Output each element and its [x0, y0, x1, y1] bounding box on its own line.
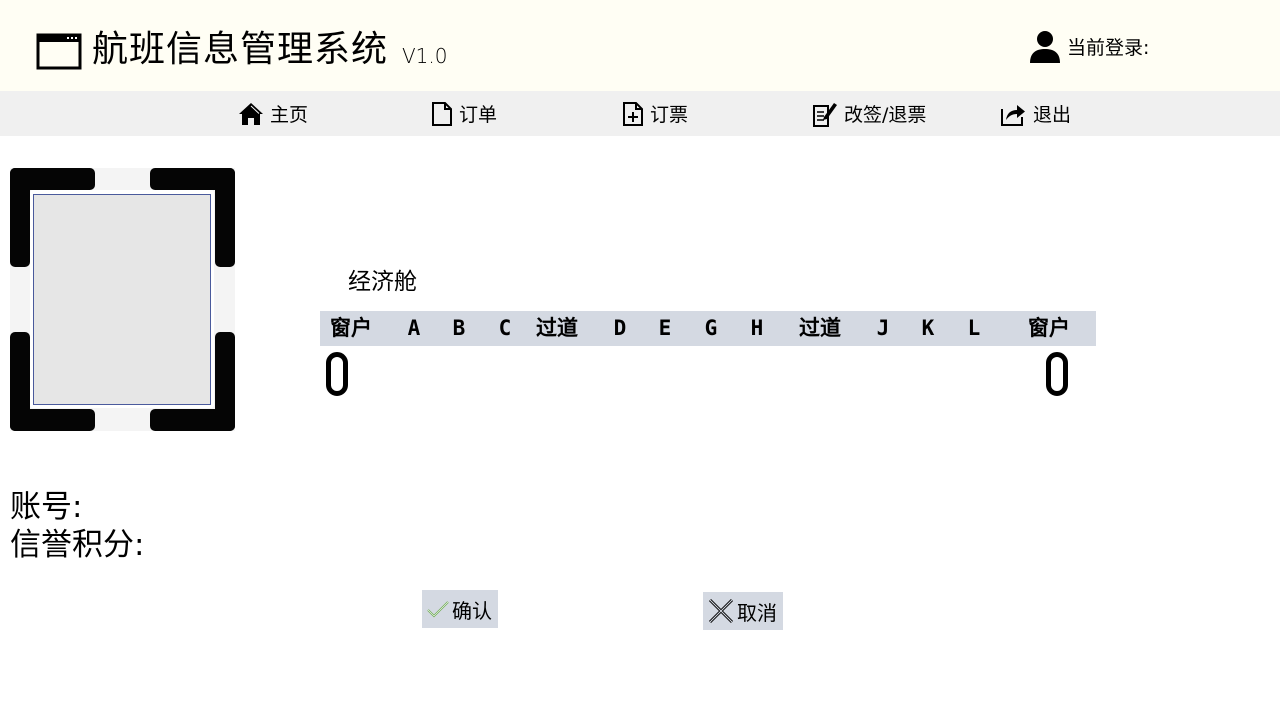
app-title: 航班信息管理系统	[92, 29, 389, 70]
share-exit-icon	[1001, 105, 1025, 126]
nav-bar: 主页 订单 订票 改签/退票 退出	[0, 91, 1280, 136]
seat-column-c: C	[498, 316, 512, 340]
app-header: 航班信息管理系统 V1.0 当前登录:	[0, 0, 1280, 91]
window-icon	[36, 33, 82, 70]
confirm-button[interactable]: 确认	[422, 590, 498, 628]
close-icon	[708, 598, 734, 624]
cabin-class-label: 经济舱	[348, 269, 417, 295]
nav-item-home[interactable]: 主页	[238, 91, 308, 136]
user-icon	[1030, 31, 1060, 63]
seat-column-aisle: 过道	[536, 316, 578, 340]
document-icon	[432, 101, 452, 126]
seat-column-e: E	[658, 316, 672, 340]
seat-column-j: J	[876, 316, 890, 340]
cancel-button[interactable]: 取消	[703, 592, 783, 630]
nav-label-change-refund: 改签/退票	[844, 104, 927, 126]
nav-item-logout[interactable]: 退出	[1000, 91, 1071, 136]
nav-label-home: 主页	[270, 104, 309, 126]
confirm-label: 确认	[452, 598, 492, 623]
check-icon	[427, 601, 449, 618]
current-login-label: 当前登录:	[1067, 37, 1150, 59]
frame-corner	[215, 168, 235, 267]
nav-item-orders[interactable]: 订单	[431, 91, 497, 136]
seat-column-header: 窗户 A B C 过道 D E G H 过道 J K L 窗户	[320, 311, 1096, 346]
seat-column-g: G	[704, 316, 718, 340]
frame-corner	[10, 168, 30, 267]
photo-frame	[10, 168, 235, 431]
seat-column-window: 窗户	[1028, 316, 1070, 340]
nav-label-orders: 订单	[459, 104, 498, 126]
window-left-marker	[326, 352, 348, 396]
frame-corner	[10, 409, 95, 431]
seat-column-d: D	[613, 316, 627, 340]
seat-column-b: B	[452, 316, 466, 340]
nav-item-book[interactable]: 订票	[622, 91, 688, 136]
account-label: 账号:	[10, 489, 83, 525]
user-photo[interactable]	[33, 194, 211, 405]
seat-column-window: 窗户	[330, 316, 372, 340]
nav-label-book: 订票	[650, 104, 689, 126]
nav-label-logout: 退出	[1033, 104, 1072, 126]
window-right-marker	[1046, 352, 1068, 396]
nav-item-change-refund[interactable]: 改签/退票	[812, 91, 926, 136]
credit-score-label: 信誉积分:	[10, 527, 145, 563]
seat-column-aisle: 过道	[799, 316, 841, 340]
seat-column-l: L	[967, 316, 981, 340]
app-version: V1.0	[402, 44, 448, 68]
seat-column-a: A	[407, 316, 421, 340]
seat-column-k: K	[921, 316, 935, 340]
document-add-icon	[623, 101, 643, 126]
cancel-label: 取消	[737, 600, 777, 625]
frame-corner	[150, 409, 235, 431]
seat-column-h: H	[750, 316, 764, 340]
home-icon	[239, 102, 263, 125]
edit-icon	[813, 102, 837, 127]
